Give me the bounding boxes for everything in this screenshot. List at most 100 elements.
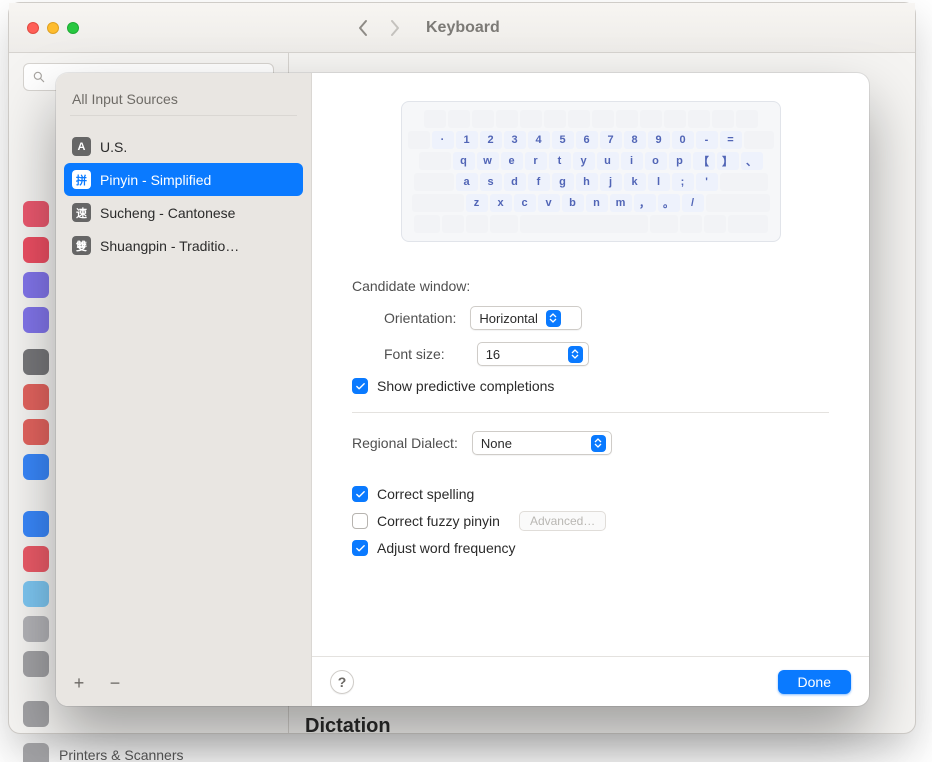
keyboard-key: · [432, 131, 454, 149]
input-source-label: Sucheng - Cantonese [100, 205, 235, 221]
regional-dialect-select[interactable]: None [472, 431, 612, 455]
done-button[interactable]: Done [778, 670, 851, 694]
divider [70, 115, 297, 116]
keyboard-key: e [501, 152, 523, 170]
keyboard-key: i [621, 152, 643, 170]
adjust-word-frequency-label: Adjust word frequency [377, 540, 516, 556]
keyboard-key: ， [634, 194, 656, 212]
keyboard-key: = [720, 131, 742, 149]
input-source-item[interactable]: A U.S. [64, 130, 303, 163]
keyboard-key: 1 [456, 131, 478, 149]
keyboard-key: 】 [717, 152, 739, 170]
keyboard-key: a [456, 173, 478, 191]
help-button[interactable]: ? [330, 670, 354, 694]
keyboard-key: - [696, 131, 718, 149]
keyboard-key: x [490, 194, 512, 212]
keyboard-key: 5 [552, 131, 574, 149]
correct-fuzzy-pinyin-checkbox[interactable] [352, 513, 368, 529]
titlebar: Keyboard [9, 3, 915, 53]
correct-fuzzy-pinyin-label: Correct fuzzy pinyin [377, 513, 500, 529]
keyboard-key: z [466, 194, 488, 212]
keyboard-key: 。 [658, 194, 680, 212]
keyboard-key: c [514, 194, 536, 212]
sidebar-app-icon [23, 616, 49, 642]
correct-spelling-checkbox[interactable] [352, 486, 368, 502]
back-button[interactable] [357, 19, 369, 37]
keyboard-layout-preview: ·1234567890-=qwertyuiop【】、asdfghjkl;'zxc… [401, 101, 781, 242]
add-input-source-button[interactable]: + [64, 670, 94, 696]
keyboard-key: 4 [528, 131, 550, 149]
sidebar-app-icon [23, 651, 49, 677]
keyboard-key: r [525, 152, 547, 170]
input-source-item[interactable]: 拼Pinyin - Simplified [64, 163, 303, 196]
keyboard-key: f [528, 173, 550, 191]
sidebar-app-icon [23, 384, 49, 410]
sidebar-app-icon [23, 743, 49, 762]
sidebar-app-icon [23, 701, 49, 727]
sidebar-app-icon [23, 546, 49, 572]
sidebar-app-icon [23, 511, 49, 537]
keyboard-key: n [586, 194, 608, 212]
sheet-footer: ? Done [312, 656, 869, 706]
keyboard-key: 0 [672, 131, 694, 149]
remove-input-source-button[interactable]: − [100, 670, 130, 696]
section-header: Dictation [305, 715, 391, 738]
keyboard-key: 3 [504, 131, 526, 149]
keyboard-key: 9 [648, 131, 670, 149]
fontsize-select[interactable]: 16 [477, 342, 589, 366]
adjust-word-frequency-checkbox[interactable] [352, 540, 368, 556]
keyboard-key: l [648, 173, 670, 191]
zoom-window-button[interactable] [67, 22, 79, 34]
keyboard-key: w [477, 152, 499, 170]
input-source-item[interactable]: 速Sucheng - Cantonese [64, 196, 303, 229]
predictive-completions-checkbox[interactable] [352, 378, 368, 394]
close-window-button[interactable] [27, 22, 39, 34]
keyboard-key: h [576, 173, 598, 191]
sidebar-app-icon [23, 581, 49, 607]
divider [352, 412, 829, 413]
regional-dialect-label: Regional Dialect: [352, 435, 458, 451]
keyboard-key: 【 [693, 152, 715, 170]
orientation-select[interactable]: Horizontal [470, 306, 582, 330]
sidebar-app-icon [23, 237, 49, 263]
input-source-item[interactable]: 雙Shuangpin - Traditio… [64, 229, 303, 262]
keyboard-key: 8 [624, 131, 646, 149]
forward-button[interactable] [389, 19, 401, 37]
input-source-label: U.S. [100, 139, 127, 155]
sidebar-app-icon [23, 272, 49, 298]
keyboard-key: / [682, 194, 704, 212]
keyboard-key: y [573, 152, 595, 170]
keyboard-key: k [624, 173, 646, 191]
keyboard-key: m [610, 194, 632, 212]
window-title: Keyboard [426, 19, 500, 37]
keyboard-key: 6 [576, 131, 598, 149]
keyboard-key: b [562, 194, 584, 212]
minimize-window-button[interactable] [47, 22, 59, 34]
input-sources-list: A U.S. 拼Pinyin - Simplified速Sucheng - Cant… [56, 124, 311, 668]
input-source-badge: 拼 [72, 170, 91, 189]
keyboard-key: p [669, 152, 691, 170]
keyboard-key: q [453, 152, 475, 170]
sidebar-app-icon [23, 307, 49, 333]
input-sources-pane: All Input Sources A U.S. 拼Pinyin - Simplif… [56, 73, 312, 706]
keyboard-key: ' [696, 173, 718, 191]
input-source-badge: A [72, 137, 91, 156]
input-sources-sheet: All Input Sources A U.S. 拼Pinyin - Simplif… [56, 73, 869, 706]
sidebar-app-icon [23, 454, 49, 480]
window-controls [27, 22, 79, 34]
fontsize-label: Font size: [384, 346, 445, 362]
chevron-up-down-icon [568, 346, 583, 363]
advanced-button[interactable]: Advanced… [519, 511, 606, 531]
sidebar-item-label: Printers & Scanners [59, 747, 271, 762]
keyboard-key: g [552, 173, 574, 191]
sidebar-app-icon [23, 201, 49, 227]
sources-pane-title: All Input Sources [56, 73, 311, 115]
correct-spelling-label: Correct spelling [377, 486, 474, 502]
fontsize-value: 16 [486, 347, 500, 362]
keyboard-key: t [549, 152, 571, 170]
candidate-window-header: Candidate window: [352, 278, 470, 294]
input-source-badge: 雙 [72, 236, 91, 255]
keyboard-key: o [645, 152, 667, 170]
chevron-up-down-icon [546, 310, 561, 327]
input-source-detail: ·1234567890-=qwertyuiop【】、asdfghjkl;'zxc… [312, 73, 869, 706]
